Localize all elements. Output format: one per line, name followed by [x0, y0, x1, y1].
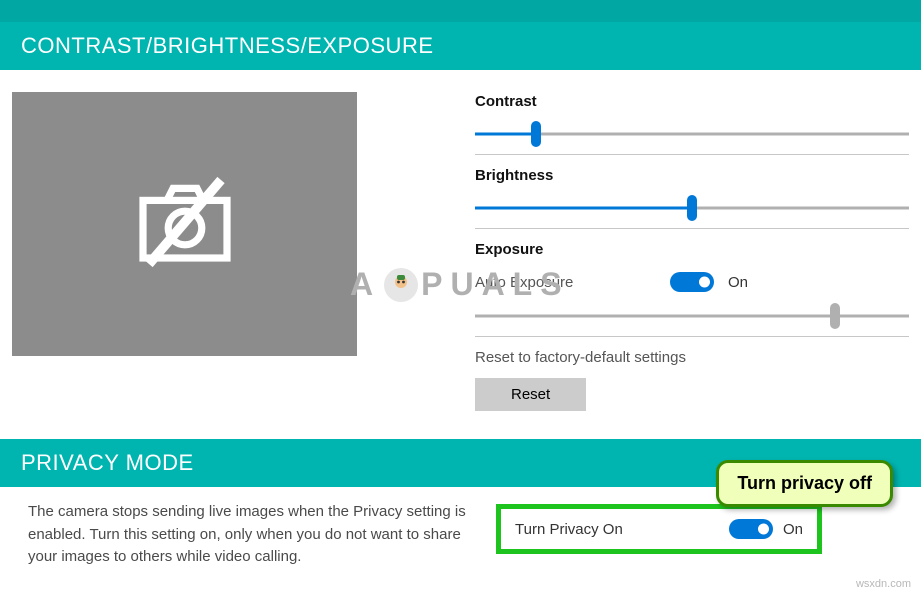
cbx-body: Contrast Brightness Exposure Auto Exposu… [0, 77, 921, 439]
section2-title: PRIVACY MODE [21, 450, 194, 475]
top-accent-bar [0, 0, 921, 22]
privacy-description: The camera stops sending live images whe… [28, 501, 466, 569]
camera-preview-placeholder [12, 92, 357, 356]
reset-control: Reset to factory-default settings Reset [475, 349, 909, 411]
annotation-callout: Turn privacy off [716, 460, 893, 507]
exposure-slider [475, 306, 909, 326]
adjustment-controls: Contrast Brightness Exposure Auto Exposu… [475, 87, 909, 419]
brightness-label: Brightness [475, 167, 909, 184]
contrast-brightness-exposure-header: CONTRAST/BRIGHTNESS/EXPOSURE [0, 22, 921, 70]
privacy-toggle-label: Turn Privacy On [515, 521, 709, 538]
auto-exposure-label: Auto Exposure [475, 274, 615, 291]
contrast-label: Contrast [475, 93, 909, 110]
privacy-toggle-state: On [783, 521, 803, 538]
auto-exposure-state: On [728, 274, 748, 291]
brightness-slider[interactable] [475, 198, 909, 218]
privacy-toggle-highlight: Turn Privacy On On [496, 504, 822, 554]
exposure-control: Exposure Auto Exposure On [475, 241, 909, 337]
contrast-slider[interactable] [475, 124, 909, 144]
brightness-control: Brightness [475, 167, 909, 229]
camera-off-icon [125, 162, 245, 287]
reset-button[interactable]: Reset [475, 378, 586, 411]
reset-description: Reset to factory-default settings [475, 349, 909, 366]
privacy-toggle[interactable] [729, 519, 773, 539]
auto-exposure-toggle[interactable] [670, 272, 714, 292]
attribution-text: wsxdn.com [856, 578, 911, 590]
exposure-label: Exposure [475, 241, 909, 258]
section1-title: CONTRAST/BRIGHTNESS/EXPOSURE [21, 33, 434, 58]
contrast-control: Contrast [475, 93, 909, 155]
